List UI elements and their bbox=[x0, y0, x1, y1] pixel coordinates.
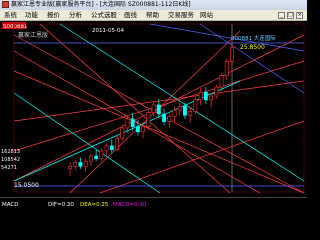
candle-body-30 bbox=[224, 61, 229, 76]
menu-item-function[interactable]: 功能 bbox=[25, 10, 38, 21]
title-bar: 赢家江恩专业版[赢家服务平台] - [大连国际 SZ000881-112日K线] bbox=[0, 0, 307, 10]
macd-panel: MACD DIF=0.30 DEA=0.25 MACD=0.10 bbox=[0, 197, 307, 212]
candle-body-2 bbox=[78, 162, 83, 167]
candle-body-25 bbox=[198, 91, 203, 101]
window-title: 赢家江恩专业版[赢家服务平台] - [大连国际 SZ000881-112日K线] bbox=[11, 1, 191, 8]
price-low-label: 15.0500 bbox=[14, 182, 39, 189]
menu-item-website[interactable]: 网站 bbox=[200, 10, 213, 21]
candle-body-13 bbox=[136, 126, 140, 133]
stock-tag-text: S000881 bbox=[3, 24, 28, 30]
candle-body-24 bbox=[193, 99, 198, 112]
candle-body-10 bbox=[120, 127, 125, 139]
candle-body-23 bbox=[188, 111, 193, 116]
watermark: 赢家江恩版 bbox=[18, 31, 48, 39]
left-axis-3: 54271 bbox=[1, 165, 17, 171]
macd-dea: DEA=0.25 bbox=[80, 202, 109, 208]
candle-body-16 bbox=[151, 104, 156, 113]
candle-body-5 bbox=[94, 155, 99, 159]
candle-body-1 bbox=[73, 162, 78, 167]
stock-label: 000881 大连国际 bbox=[231, 34, 276, 42]
candle-body-0 bbox=[68, 166, 72, 170]
left-axis-2: 108542 bbox=[1, 157, 20, 163]
candle-body-8 bbox=[109, 145, 114, 150]
menu-item-trade-service[interactable]: 交易服务 bbox=[168, 10, 194, 21]
candle-body-15 bbox=[146, 112, 151, 127]
candle-body-11 bbox=[125, 118, 130, 129]
candle-body-27 bbox=[209, 95, 213, 101]
candle-body-20 bbox=[172, 109, 177, 117]
candle-body-6 bbox=[99, 150, 104, 159]
menu-item-analysis[interactable]: 分析 bbox=[69, 10, 82, 21]
menu-item-formula-pick[interactable]: 公式选股 bbox=[91, 10, 117, 21]
menu-item-system[interactable]: 系统 bbox=[4, 10, 17, 21]
candle-body-19 bbox=[167, 116, 172, 122]
candle-body-7 bbox=[104, 145, 109, 152]
menu-bar: 系统 功能 报价 分析 公式选股 画线 帮助 交易服务 网站 bbox=[0, 10, 307, 21]
macd-value: MACD=0.10 bbox=[113, 202, 147, 208]
kline-chart[interactable]: S000881 赢家江恩版 2011-05-04 000881 大连国际 25.… bbox=[0, 21, 307, 197]
menu-item-quotes[interactable]: 报价 bbox=[47, 10, 60, 21]
macd-svg: MACD DIF=0.30 DEA=0.25 MACD=0.10 bbox=[2, 202, 147, 208]
app-icon bbox=[2, 1, 9, 8]
price-high-label: 25.8500 bbox=[240, 44, 265, 51]
macd-dif: DIF=0.30 bbox=[48, 202, 74, 208]
candle-body-31 bbox=[230, 47, 234, 62]
candle-body-12 bbox=[130, 118, 135, 127]
candle-body-18 bbox=[162, 113, 166, 122]
kline-svg: S000881 赢家江恩版 2011-05-04 000881 大连国际 25.… bbox=[0, 21, 307, 197]
candle-body-4 bbox=[89, 155, 93, 162]
candle-body-9 bbox=[115, 137, 119, 150]
close-icon[interactable]: × bbox=[296, 12, 303, 19]
macd-title: MACD bbox=[2, 202, 19, 208]
candle-body-26 bbox=[203, 91, 208, 101]
candle-body-14 bbox=[141, 126, 146, 133]
candle-body-3 bbox=[83, 160, 88, 167]
menu-item-drawing[interactable]: 画线 bbox=[124, 10, 137, 21]
candle-body-22 bbox=[183, 105, 187, 116]
menu-item-help[interactable]: 帮助 bbox=[146, 10, 159, 21]
candle-body-17 bbox=[156, 104, 161, 115]
date-label: 2011-05-04 bbox=[92, 28, 124, 34]
left-axis-1: 162813 bbox=[1, 149, 20, 155]
maximize-icon[interactable]: □ bbox=[287, 12, 294, 19]
candle-body-29 bbox=[219, 75, 224, 88]
candle-body-28 bbox=[214, 86, 219, 97]
minimize-icon[interactable]: _ bbox=[278, 12, 285, 19]
candle-body-21 bbox=[177, 105, 182, 111]
